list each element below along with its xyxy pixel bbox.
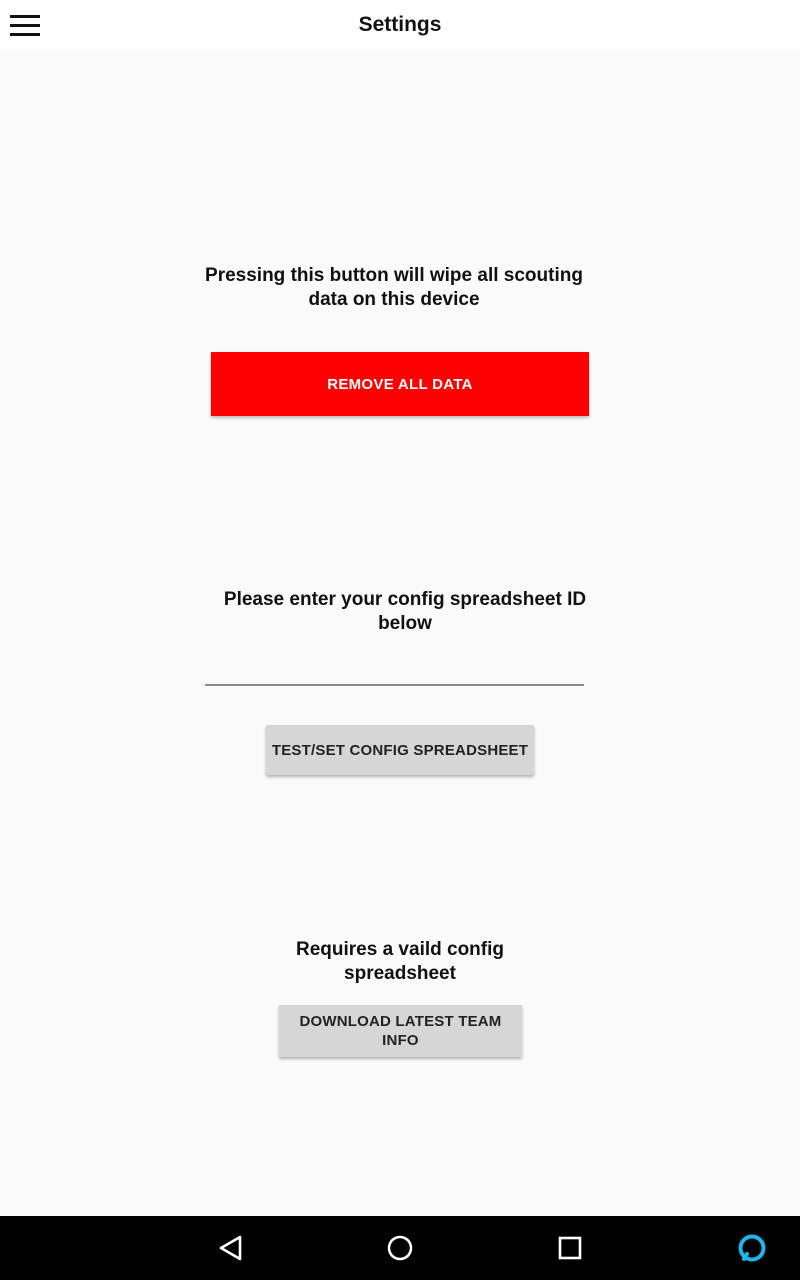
alexa-icon[interactable] — [732, 1228, 772, 1268]
wipe-warning-text: Pressing this button will wipe all scout… — [205, 265, 583, 310]
recents-icon[interactable] — [550, 1228, 590, 1268]
page-title: Settings — [358, 13, 442, 36]
back-icon[interactable] — [210, 1228, 250, 1268]
settings-screen: Settings Pressing this button will wipe … — [0, 0, 800, 1280]
config-instruction-text: Please enter your config spreadsheet ID … — [223, 589, 587, 634]
download-team-info-button[interactable]: DOWNLOAD LATEST TEAM INFO — [279, 1005, 522, 1057]
config-spreadsheet-id-input[interactable] — [205, 648, 584, 686]
system-nav-bar — [0, 1216, 800, 1280]
requires-config-text: Requires a vaild config spreadsheet — [296, 939, 504, 984]
app-bar: Settings — [0, 0, 800, 50]
test-set-config-button[interactable]: TEST/SET CONFIG SPREADSHEET — [266, 725, 534, 775]
home-icon[interactable] — [380, 1228, 420, 1268]
remove-all-data-button[interactable]: REMOVE ALL DATA — [211, 352, 589, 416]
